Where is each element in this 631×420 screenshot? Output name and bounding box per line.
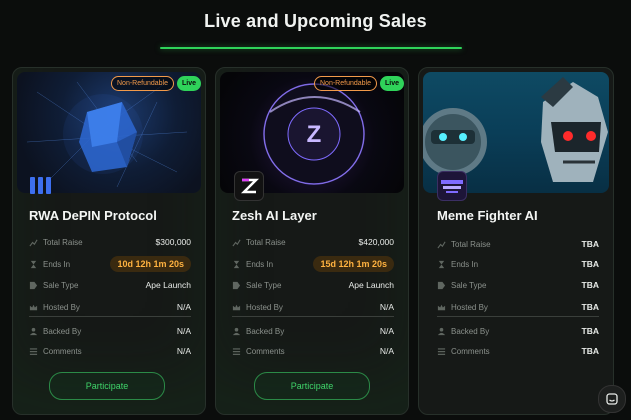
row-divider xyxy=(29,316,191,317)
chat-support-button[interactable] xyxy=(598,385,626,413)
sale-type-label: Sale Type xyxy=(246,280,282,290)
ends-in-row: Ends In 10d 12h 1m 20s xyxy=(29,256,191,272)
sale-card[interactable]: Meme Fighter AI Total Raise TBA Ends In … xyxy=(418,67,614,415)
backed-by-label: Backed By xyxy=(246,326,285,336)
svg-text:Z: Z xyxy=(307,121,322,148)
ends-in-label: Ends In xyxy=(43,259,71,269)
sale-type-label: Sale Type xyxy=(451,280,487,290)
hosted-by-label: Hosted By xyxy=(451,302,488,312)
sale-card[interactable]: Z Non-Refundable Live Zesh AI Layer Tota… xyxy=(215,67,409,415)
comments-value: N/A xyxy=(379,346,394,356)
chat-icon xyxy=(606,393,618,405)
bars-logo-icon xyxy=(27,171,55,199)
backed-by-value: N/A xyxy=(379,326,394,336)
total-raise-label: Total Raise xyxy=(43,237,83,247)
ends-in-row: Ends In 15d 12h 1m 20s xyxy=(232,256,394,272)
live-badge: Live xyxy=(379,76,404,91)
backed-by-label: Backed By xyxy=(43,326,82,336)
project-title[interactable]: Meme Fighter AI xyxy=(437,208,538,223)
status-badges: Non-Refundable Live xyxy=(111,76,201,91)
total-raise-value: $420,000 xyxy=(358,237,394,247)
comments-row: Comments N/A xyxy=(29,344,191,358)
backed-by-row: Backed By N/A xyxy=(29,324,191,338)
backed-by-label: Backed By xyxy=(451,326,490,336)
hosted-by-label: Hosted By xyxy=(43,302,80,312)
comments-row: Comments N/A xyxy=(232,344,394,358)
sale-type-value: TBA xyxy=(581,280,599,290)
users-icon xyxy=(29,327,38,335)
non-refundable-badge: Non-Refundable xyxy=(314,76,377,91)
crown-icon xyxy=(437,304,446,310)
total-raise-row: Total Raise $300,000 xyxy=(29,235,191,249)
total-raise-row: Total Raise TBA xyxy=(437,237,599,251)
sale-type-row: Sale Type Ape Launch xyxy=(232,278,394,292)
total-raise-label: Total Raise xyxy=(451,239,491,249)
users-icon xyxy=(437,327,446,335)
sale-type-row: Sale Type Ape Launch xyxy=(29,278,191,292)
sale-type-row: Sale Type TBA xyxy=(437,278,599,292)
chart-icon xyxy=(29,239,38,246)
sale-type-label: Sale Type xyxy=(43,280,79,290)
tag-icon xyxy=(29,281,38,289)
project-title[interactable]: RWA DePIN Protocol xyxy=(29,208,157,223)
countdown-timer: 10d 12h 1m 20s xyxy=(110,256,191,272)
list-icon xyxy=(29,347,38,355)
chart-icon xyxy=(437,241,446,248)
row-divider xyxy=(437,316,599,317)
tag-icon xyxy=(437,281,446,289)
hosted-by-value: N/A xyxy=(379,302,394,312)
live-badge: Live xyxy=(176,76,201,91)
hourglass-icon xyxy=(30,260,37,268)
ends-in-row: Ends In TBA xyxy=(437,257,599,271)
hosted-by-row: Hosted By TBA xyxy=(437,300,599,314)
comments-row: Comments TBA xyxy=(437,344,599,358)
hosted-by-row: Hosted By N/A xyxy=(29,300,191,314)
chart-icon xyxy=(232,239,241,246)
backed-by-row: Backed By N/A xyxy=(232,324,394,338)
z-logo-icon xyxy=(234,171,264,201)
project-title[interactable]: Zesh AI Layer xyxy=(232,208,317,223)
backed-by-value: N/A xyxy=(176,326,191,336)
comments-label: Comments xyxy=(451,346,490,356)
heading-underline xyxy=(160,47,462,49)
comments-label: Comments xyxy=(246,346,285,356)
participate-button[interactable]: Participate xyxy=(49,372,165,400)
list-icon xyxy=(437,347,446,355)
total-raise-row: Total Raise $420,000 xyxy=(232,235,394,249)
hosted-by-row: Hosted By N/A xyxy=(232,300,394,314)
sale-card[interactable]: Non-Refundable Live RWA DePIN Protocol T… xyxy=(12,67,206,415)
hosted-by-label: Hosted By xyxy=(246,302,283,312)
non-refundable-badge: Non-Refundable xyxy=(111,76,174,91)
total-raise-value: $300,000 xyxy=(155,237,191,247)
backed-by-row: Backed By TBA xyxy=(437,324,599,338)
ends-in-label: Ends In xyxy=(451,259,479,269)
hourglass-icon xyxy=(438,260,445,268)
tag-icon xyxy=(232,281,241,289)
list-icon xyxy=(232,347,241,355)
backed-by-value: TBA xyxy=(581,326,599,336)
total-raise-label: Total Raise xyxy=(246,237,286,247)
countdown-timer: 15d 12h 1m 20s xyxy=(313,256,394,272)
participate-button[interactable]: Participate xyxy=(254,372,370,400)
crown-icon xyxy=(29,304,38,310)
sale-type-value: Ape Launch xyxy=(145,280,191,290)
ends-in-label: Ends In xyxy=(246,259,274,269)
hourglass-icon xyxy=(233,260,240,268)
sale-type-value: Ape Launch xyxy=(348,280,394,290)
row-divider xyxy=(232,316,394,317)
status-badges: Non-Refundable Live xyxy=(314,76,404,91)
hosted-by-value: TBA xyxy=(581,302,599,312)
page-heading: Live and Upcoming Sales xyxy=(204,11,427,31)
comments-value: N/A xyxy=(176,346,191,356)
hosted-by-value: N/A xyxy=(176,302,191,312)
crown-icon xyxy=(232,304,241,310)
total-raise-value: TBA xyxy=(581,239,599,249)
comments-label: Comments xyxy=(43,346,82,356)
users-icon xyxy=(232,327,241,335)
meme-fighter-logo-icon xyxy=(437,171,467,201)
ends-in-value: TBA xyxy=(581,259,599,269)
comments-value: TBA xyxy=(581,346,599,356)
